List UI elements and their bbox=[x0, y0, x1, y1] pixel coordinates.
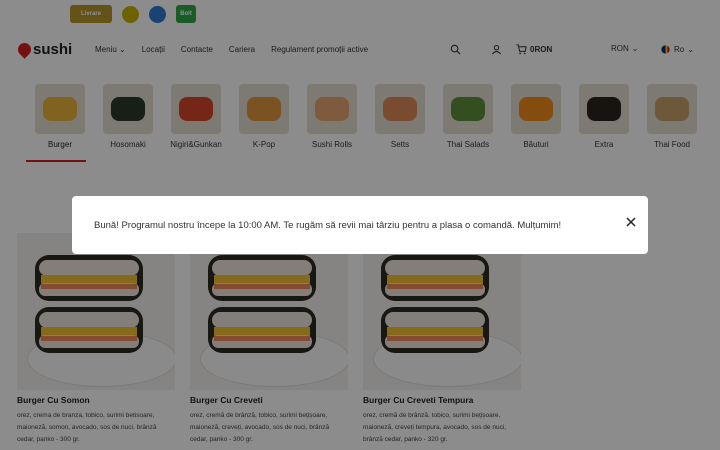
schedule-notice-message: Bună! Programul nostru începe la 10:00 A… bbox=[94, 219, 562, 231]
schedule-notice-dialog: Bună! Programul nostru începe la 10:00 A… bbox=[72, 196, 648, 254]
close-icon[interactable] bbox=[624, 215, 638, 229]
